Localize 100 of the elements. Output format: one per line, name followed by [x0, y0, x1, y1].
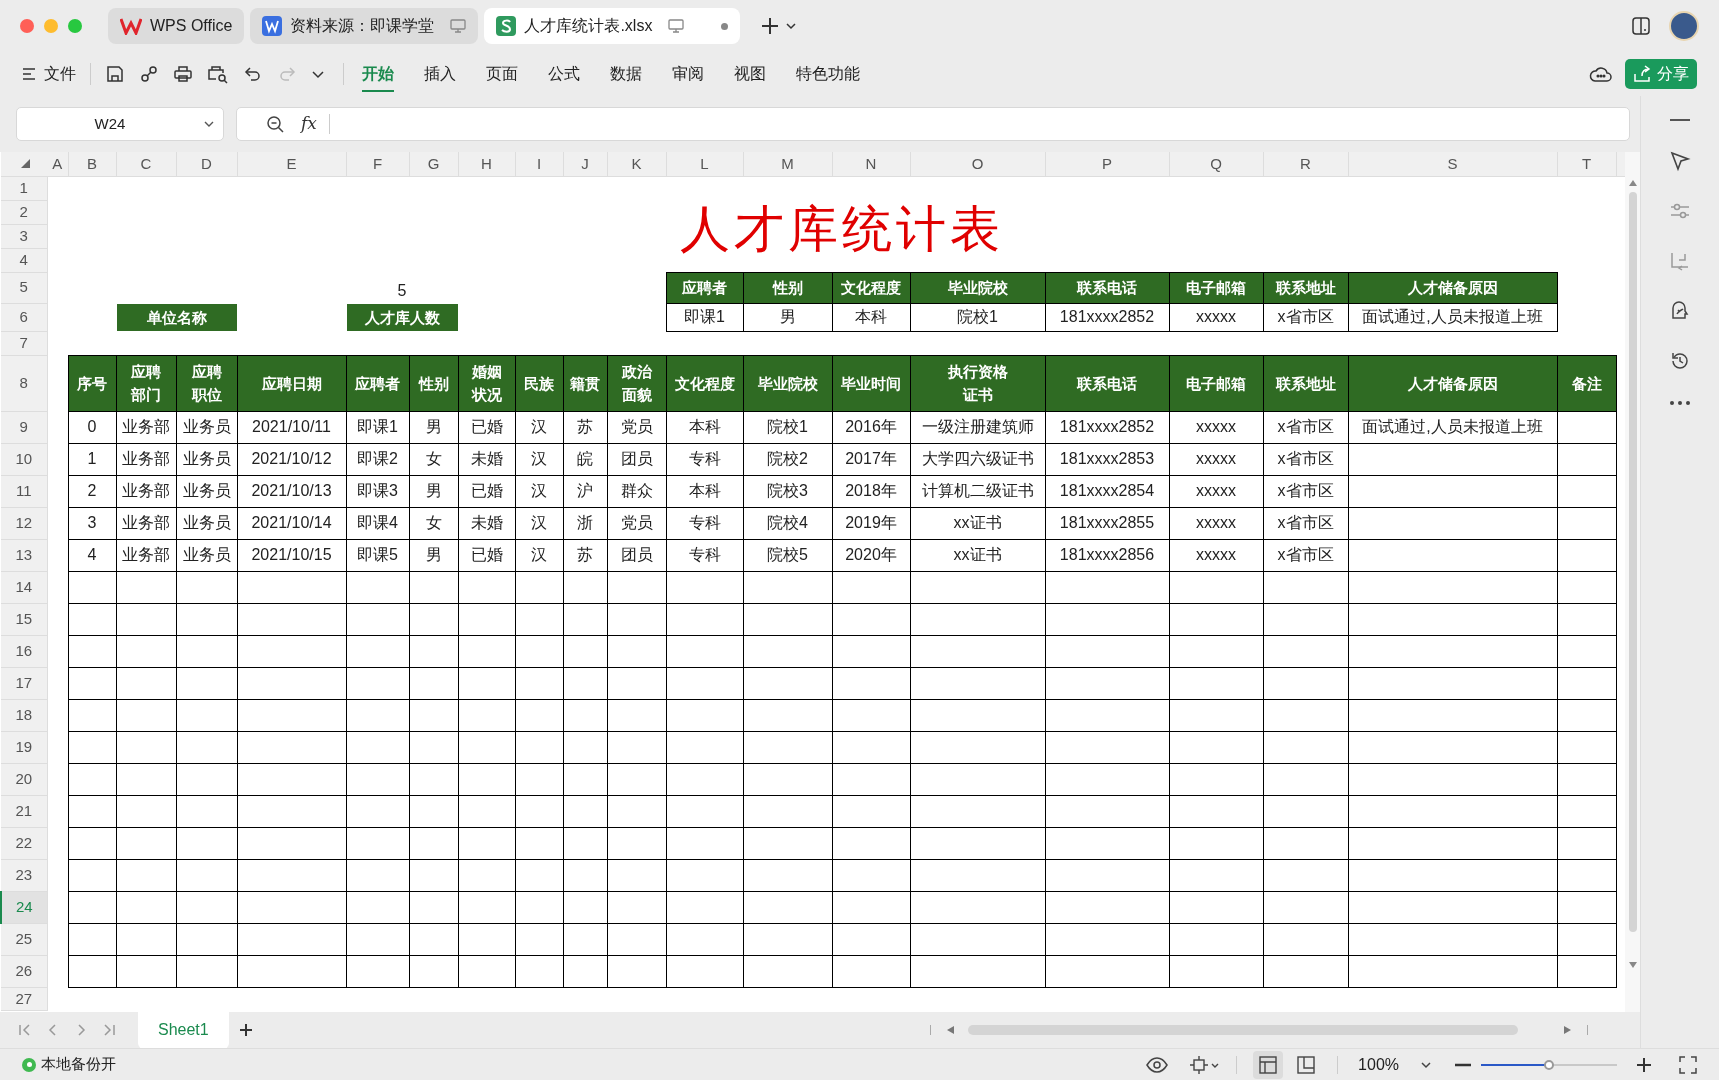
- document-tab[interactable]: WPS Office: [108, 8, 245, 44]
- close-window-button[interactable]: [20, 19, 34, 33]
- formula-field[interactable]: fx: [236, 107, 1630, 141]
- row-header[interactable]: 16: [1, 635, 47, 667]
- column-header[interactable]: K: [607, 152, 666, 176]
- zoom-in-icon[interactable]: [1637, 1057, 1651, 1072]
- page-view-icon[interactable]: [1295, 1053, 1318, 1076]
- ribbon-tab[interactable]: 页面: [486, 56, 518, 92]
- print-icon[interactable]: [173, 64, 193, 84]
- row-header[interactable]: 13: [1, 539, 47, 571]
- column-header[interactable]: T: [1557, 152, 1616, 176]
- row-header[interactable]: 21: [1, 795, 47, 827]
- row-header[interactable]: 3: [1, 224, 47, 248]
- column-header[interactable]: I: [515, 152, 563, 176]
- row-header[interactable]: 10: [1, 443, 47, 475]
- column-header[interactable]: R: [1263, 152, 1348, 176]
- row-header[interactable]: 6: [1, 303, 47, 331]
- scroll-up-icon[interactable]: [1628, 180, 1637, 186]
- header-cell: 应聘者: [346, 355, 409, 411]
- column-header[interactable]: N: [832, 152, 910, 176]
- column-header[interactable]: J: [563, 152, 607, 176]
- print-preview-icon[interactable]: [207, 64, 229, 84]
- row-header[interactable]: 24: [1, 891, 47, 923]
- cursor-icon[interactable]: [1669, 150, 1691, 172]
- ribbon-tab[interactable]: 审阅: [672, 56, 704, 92]
- horizontal-scrollbar[interactable]: [968, 1024, 1518, 1035]
- save-icon[interactable]: [105, 64, 125, 84]
- row-header[interactable]: 14: [1, 571, 47, 603]
- zoom-level[interactable]: 100%: [1358, 1052, 1399, 1077]
- row-header[interactable]: 4: [1, 248, 47, 272]
- row-header[interactable]: 9: [1, 411, 47, 443]
- vertical-scrollbar[interactable]: [1625, 152, 1640, 1012]
- row-header[interactable]: 22: [1, 827, 47, 859]
- add-sheet-icon[interactable]: [238, 1022, 253, 1037]
- row-header[interactable]: 23: [1, 859, 47, 891]
- scroll-left-icon[interactable]: [947, 1025, 954, 1034]
- row-header[interactable]: 20: [1, 763, 47, 795]
- column-header[interactable]: B: [68, 152, 116, 176]
- column-header[interactable]: G: [409, 152, 458, 176]
- cloud-icon[interactable]: [1589, 64, 1613, 84]
- minimize-panel-icon[interactable]: [1670, 118, 1690, 122]
- row-header[interactable]: 15: [1, 603, 47, 635]
- chevron-down-icon[interactable]: [1421, 1059, 1431, 1070]
- row-header[interactable]: 5: [1, 272, 47, 303]
- row-header[interactable]: 2: [1, 200, 47, 224]
- row-header[interactable]: 7: [1, 331, 47, 355]
- row-header[interactable]: 26: [1, 955, 47, 987]
- column-header[interactable]: D: [176, 152, 237, 176]
- row-header[interactable]: 1: [1, 176, 47, 200]
- column-header[interactable]: F: [346, 152, 409, 176]
- zoom-out-icon[interactable]: [1455, 1062, 1471, 1067]
- column-header[interactable]: C: [116, 152, 176, 176]
- select-all-icon[interactable]: [21, 159, 30, 169]
- column-header[interactable]: L: [666, 152, 743, 176]
- scroll-down-icon[interactable]: [1628, 962, 1637, 968]
- ribbon-tab[interactable]: 视图: [734, 56, 766, 92]
- fullscreen-icon[interactable]: [1679, 1055, 1697, 1074]
- ribbon-tab[interactable]: 插入: [424, 56, 456, 92]
- column-header[interactable]: P: [1045, 152, 1169, 176]
- chevron-down-icon[interactable]: [786, 21, 797, 31]
- plus-icon[interactable]: [760, 16, 781, 36]
- row-header[interactable]: 12: [1, 507, 47, 539]
- backup-status[interactable]: 本地备份开: [41, 1053, 116, 1076]
- document-tab[interactable]: 资料来源：即课学堂: [250, 8, 479, 44]
- row-header[interactable]: 8: [1, 355, 47, 411]
- scroll-right-icon[interactable]: [1564, 1025, 1571, 1034]
- column-header[interactable]: S: [1348, 152, 1557, 176]
- history-icon[interactable]: [1669, 350, 1691, 372]
- document-tab[interactable]: 人才库统计表.xlsx: [484, 8, 741, 44]
- row-header[interactable]: 19: [1, 731, 47, 763]
- focus-icon[interactable]: [1190, 1054, 1221, 1075]
- column-header[interactable]: Q: [1169, 152, 1263, 176]
- function-label[interactable]: fx: [301, 111, 317, 137]
- row-header[interactable]: 11: [1, 475, 47, 507]
- name-box[interactable]: W24: [16, 107, 224, 141]
- undo-icon[interactable]: [243, 64, 263, 84]
- column-header[interactable]: H: [458, 152, 515, 176]
- normal-view-icon[interactable]: [1253, 1050, 1284, 1079]
- row-header[interactable]: 17: [1, 667, 47, 699]
- column-header[interactable]: O: [910, 152, 1045, 176]
- zoom-icon[interactable]: [265, 114, 285, 134]
- eye-icon[interactable]: [1146, 1056, 1169, 1073]
- ribbon-tab[interactable]: 数据: [610, 56, 642, 92]
- row-header[interactable]: 27: [1, 987, 47, 1011]
- share-button[interactable]: 分享: [1625, 59, 1697, 89]
- link-icon[interactable]: [139, 64, 159, 84]
- row-header[interactable]: 18: [1, 699, 47, 731]
- column-header[interactable]: M: [743, 152, 832, 176]
- ribbon-tab[interactable]: 特色功能: [796, 56, 860, 92]
- panel-layout-icon[interactable]: [1631, 16, 1651, 36]
- more-icon[interactable]: [1669, 400, 1691, 406]
- table-cell: 2021/10/13: [237, 475, 346, 507]
- ribbon-tab[interactable]: 开始: [362, 56, 394, 92]
- avatar[interactable]: [1669, 11, 1699, 41]
- column-header[interactable]: E: [237, 152, 346, 176]
- column-header[interactable]: A: [47, 152, 68, 176]
- row-header[interactable]: 25: [1, 923, 47, 955]
- sheet-tab[interactable]: Sheet1: [138, 1010, 229, 1049]
- ribbon-tab[interactable]: 公式: [548, 56, 580, 92]
- file-menu[interactable]: 文件: [22, 62, 76, 86]
